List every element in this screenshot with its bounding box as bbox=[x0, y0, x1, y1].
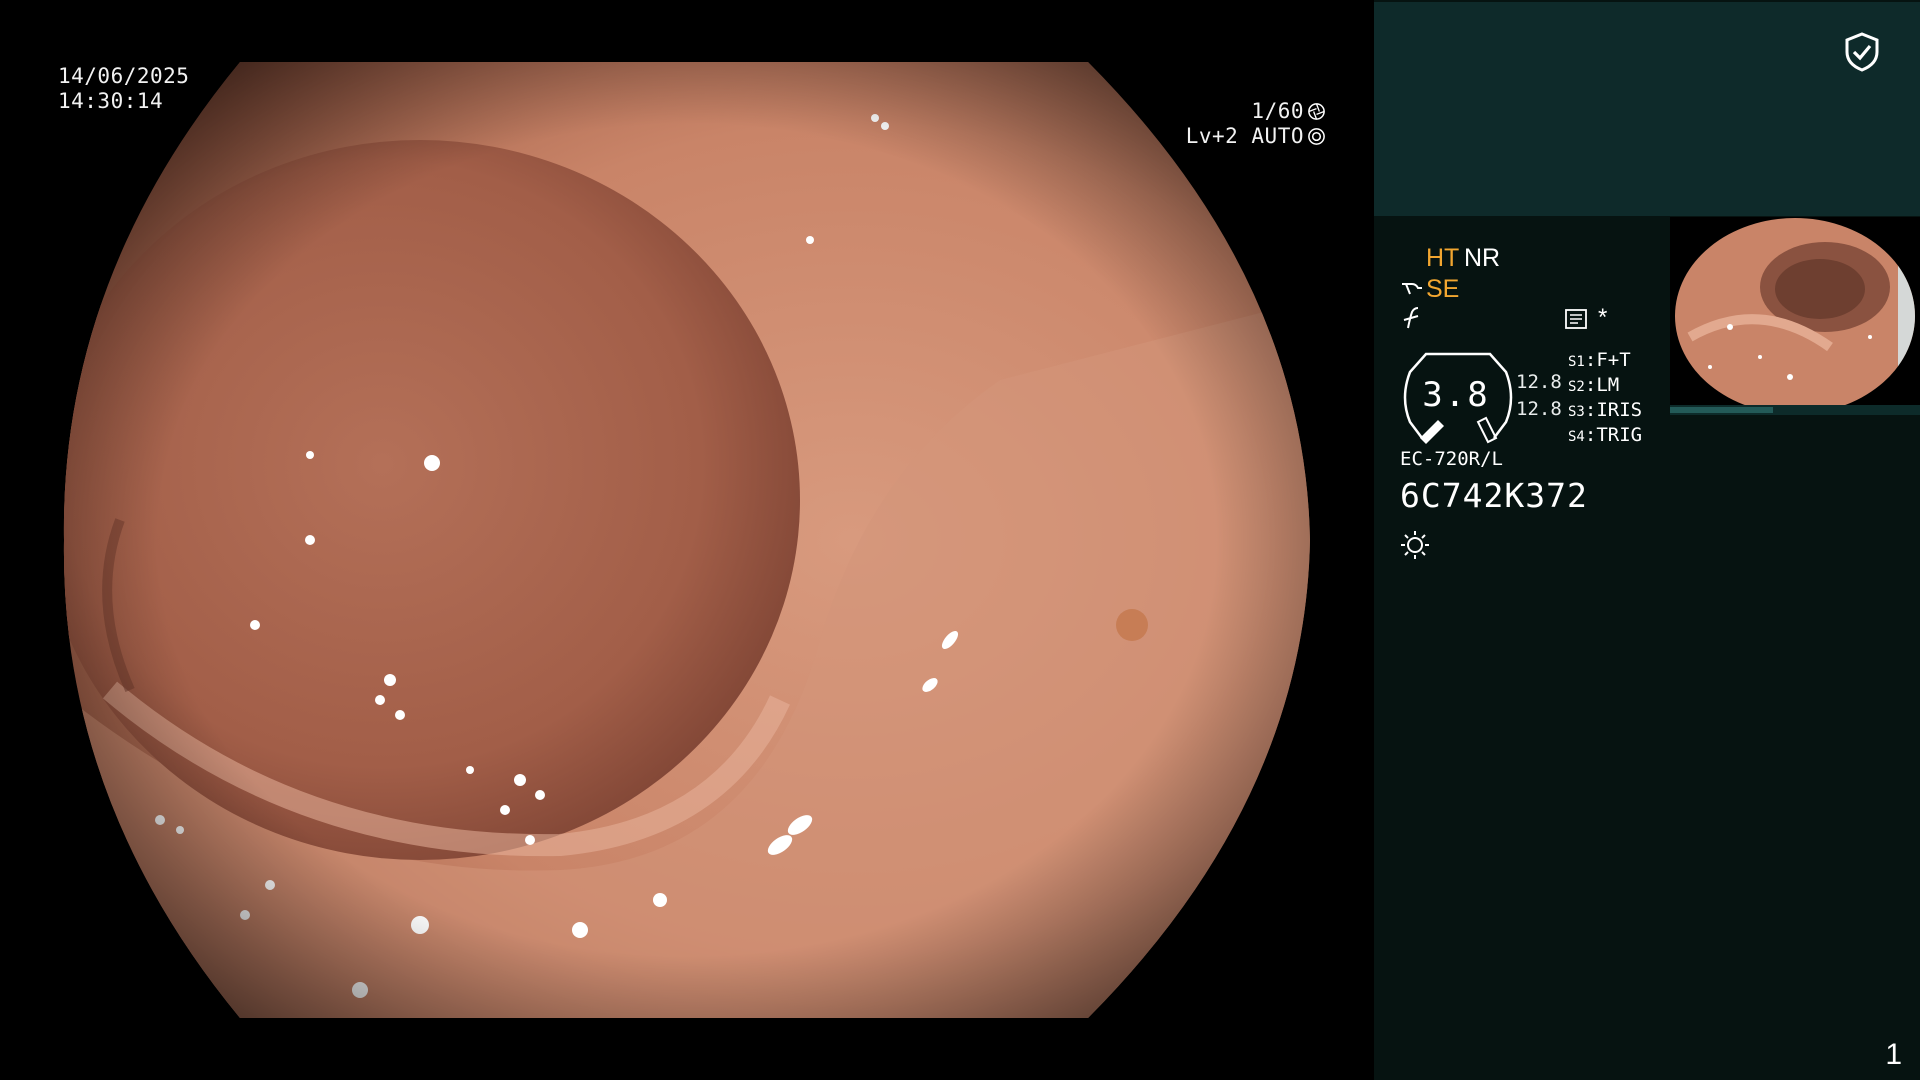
scope-serial: 6C742K372 bbox=[1400, 476, 1588, 515]
captured-image-thumbnail[interactable] bbox=[1670, 217, 1920, 415]
auto-exposure-icon bbox=[1308, 128, 1325, 145]
scope-model: EC-720R/L bbox=[1400, 448, 1503, 470]
panel-header bbox=[1374, 2, 1920, 216]
switch-value: F+T bbox=[1596, 349, 1631, 371]
thumbnail-progress-bar bbox=[1670, 405, 1920, 415]
light-source-icon bbox=[1401, 531, 1429, 559]
brightness-level-label: Lv+2 AUTO bbox=[1185, 124, 1304, 148]
date-time-overlay: 14/06/2025 14:30:14 bbox=[58, 64, 189, 114]
switch-key: S1 bbox=[1568, 354, 1585, 370]
shutter-label: 1/60 bbox=[1251, 99, 1304, 123]
time-label: 14:30:14 bbox=[58, 89, 164, 113]
switch-assignment-s3: S3:IRIS bbox=[1568, 399, 1643, 421]
thumbnail-progress-fill bbox=[1670, 407, 1773, 413]
switch-assignment-s1: S1:F+T bbox=[1568, 349, 1631, 371]
info-panel: HT NR SE * 3.8 12.8 12.8 S1:F+T S2:LM S3… bbox=[1374, 0, 1920, 1080]
switch-value: IRIS bbox=[1596, 399, 1643, 421]
switch-assignment-s4: S4:TRIG bbox=[1568, 424, 1643, 446]
endoscopic-image bbox=[63, 62, 1310, 1018]
switch-key: S4 bbox=[1568, 429, 1585, 445]
nr-indicator: NR bbox=[1464, 244, 1501, 272]
switch-key: S2 bbox=[1568, 379, 1585, 395]
switch-value: LM bbox=[1596, 374, 1620, 396]
magnification-bottom: 12.8 bbox=[1516, 398, 1562, 420]
memo-icon bbox=[1565, 309, 1587, 329]
ht-indicator: HT bbox=[1426, 244, 1460, 272]
exposure-overlay: 1/60 Lv+2 AUTO bbox=[1186, 99, 1326, 149]
switch-value: TRIG bbox=[1596, 424, 1643, 446]
switch-assignment-s2: S2:LM bbox=[1568, 374, 1620, 396]
se-indicator: SE bbox=[1426, 275, 1460, 303]
structure-enhancement-icon bbox=[1402, 283, 1422, 295]
filter-curve-icon bbox=[1403, 307, 1419, 329]
magnification-top: 12.8 bbox=[1516, 371, 1562, 393]
zoom-value: 3.8 bbox=[1422, 375, 1490, 415]
aperture-icon bbox=[1308, 103, 1325, 120]
endoscope-view: 14/06/2025 14:30:14 1/60 Lv+2 AUTO bbox=[0, 0, 1374, 1080]
switch-key: S3 bbox=[1568, 404, 1585, 420]
shield-check-icon[interactable] bbox=[1844, 32, 1880, 72]
asterisk-indicator: * bbox=[1598, 304, 1608, 331]
date-label: 14/06/2025 bbox=[58, 64, 190, 88]
page-number: 1 bbox=[1885, 1038, 1902, 1071]
